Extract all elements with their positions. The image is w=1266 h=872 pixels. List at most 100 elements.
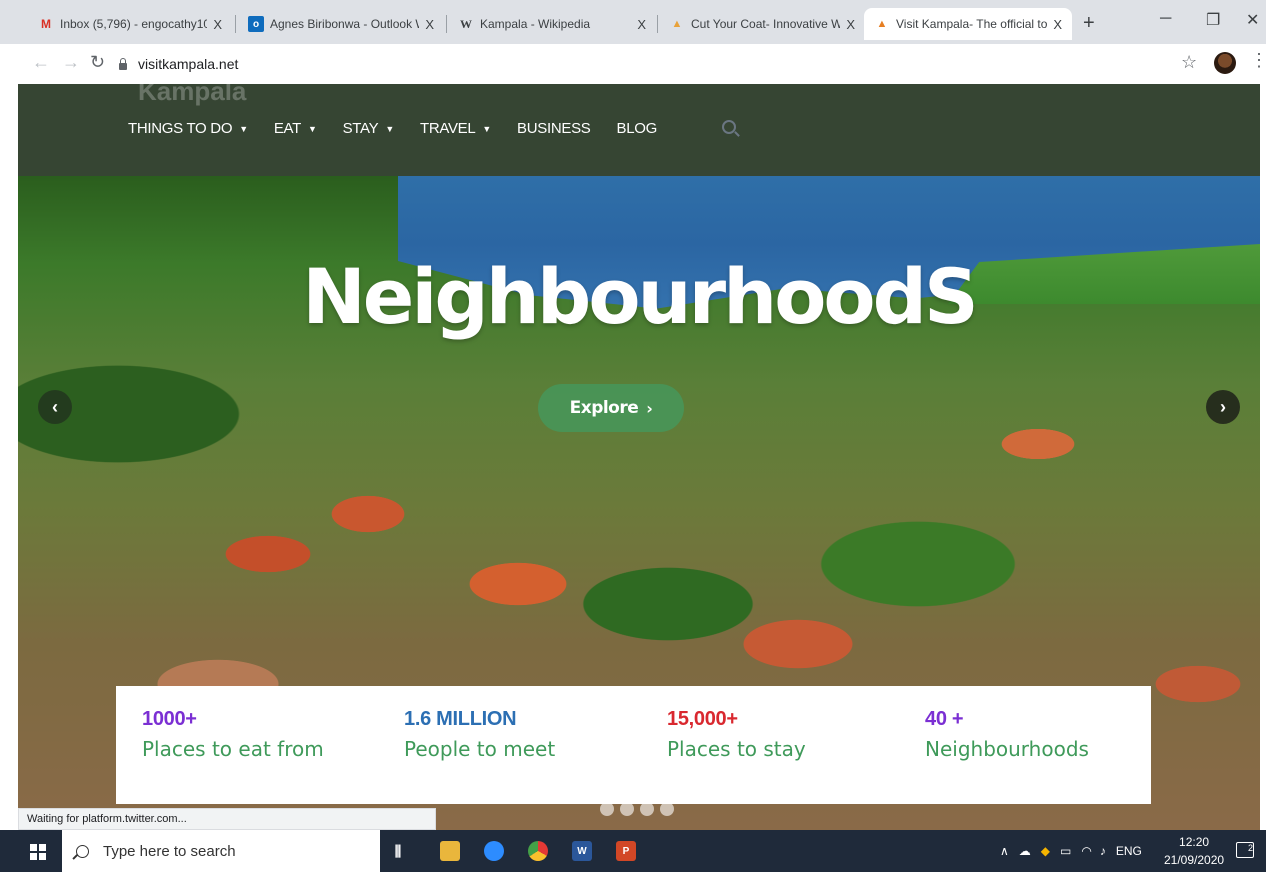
zoom-icon[interactable] [484, 841, 504, 861]
close-icon[interactable]: X [846, 17, 855, 32]
stat-number: 1000+ [142, 708, 197, 730]
cutyourcoat-icon: ▲ [671, 18, 683, 30]
browser-status-bar: Waiting for platform.twitter.com... [18, 808, 436, 830]
outlook-icon: o [248, 16, 264, 32]
clock-date: 21/09/2020 [1164, 853, 1225, 867]
stat-neighbourhoods: 40 + Neighbourhoods [925, 708, 1089, 761]
lock-icon [118, 58, 128, 70]
windows-start-icon[interactable] [30, 844, 46, 860]
file-explorer-icon[interactable] [440, 841, 460, 861]
nav-things-to-do[interactable]: THINGS TO DO ▼ [128, 120, 248, 137]
stat-stay: 15,000+ Places to stay [667, 708, 806, 761]
stat-number: 40 + [925, 708, 964, 730]
stat-label: People to meet [404, 737, 556, 761]
carousel-next-button[interactable]: › [1206, 390, 1240, 424]
stat-number: 1.6 MILLION [404, 708, 517, 730]
main-nav: THINGS TO DO ▼ EAT ▼ STAY ▼ TRAVEL ▼ BUSINES… [128, 120, 683, 137]
carousel-dot[interactable] [620, 802, 634, 816]
caret-down-icon: ▼ [385, 123, 394, 134]
new-tab-button[interactable]: + [1083, 12, 1095, 35]
tab-strip: M Inbox (5,796) - engocathy10@ X o Agnes… [0, 0, 1266, 44]
chevron-right-icon: › [1220, 396, 1226, 417]
system-tray: ∧ ☁ ◆ ▭ ◠ ♪ ENG [1000, 830, 1142, 872]
windows-taskbar: Type here to search ⫼ W P ∧ ☁ ◆ ▭ ◠ ♪ EN… [0, 830, 1266, 872]
battery-icon[interactable]: ▭ [1060, 844, 1071, 858]
bookmark-star-icon[interactable]: ☆ [1181, 52, 1197, 73]
site-logo[interactable]: Kampala [138, 84, 246, 107]
close-icon[interactable]: X [425, 17, 434, 32]
stat-label: Places to stay [667, 737, 806, 761]
chrome-icon[interactable] [528, 841, 548, 861]
wikipedia-icon: W [460, 16, 472, 31]
wifi-icon[interactable]: ◠ [1081, 844, 1091, 858]
reload-icon[interactable]: ↻ [90, 52, 105, 73]
stat-number: 15,000+ [667, 708, 738, 730]
taskbar-clock[interactable]: 12:20 21/09/2020 [1164, 833, 1224, 869]
chevron-left-icon: ‹ [52, 396, 58, 417]
profile-avatar[interactable] [1214, 52, 1236, 74]
notification-count: 2 [1247, 843, 1253, 853]
nav-eat[interactable]: EAT ▼ [274, 120, 317, 137]
hero-headline: NeighbourhoodS [302, 252, 979, 341]
nav-business[interactable]: BUSINESS [517, 120, 591, 137]
nav-blog[interactable]: BLOG [617, 120, 658, 137]
notification-center-icon[interactable]: 2 [1236, 842, 1254, 858]
explore-button[interactable]: Explore › [538, 384, 684, 432]
window-close-icon[interactable]: ✕ [1246, 10, 1259, 30]
carousel-dot[interactable] [600, 802, 614, 816]
volume-icon[interactable]: ♪ [1100, 844, 1106, 858]
onedrive-icon[interactable]: ☁ [1019, 844, 1031, 858]
stats-panel: 1000+ Places to eat from 1.6 MILLION Peo… [116, 686, 1151, 804]
address-bar[interactable]: visitkampala.net [118, 50, 1198, 78]
task-view-icon[interactable]: ⫼ [388, 841, 408, 861]
stat-eat: 1000+ Places to eat from [142, 708, 324, 761]
site-header: Kampala THINGS TO DO ▼ EAT ▼ STAY ▼ TRAVEL ▼… [18, 84, 1260, 176]
forward-icon[interactable]: → [62, 52, 80, 73]
carousel-dot[interactable] [640, 802, 654, 816]
caret-down-icon: ▼ [307, 123, 317, 134]
stat-label: Neighbourhoods [925, 737, 1089, 761]
carousel-dot[interactable] [660, 802, 674, 816]
carousel-prev-button[interactable]: ‹ [38, 390, 72, 424]
minimize-icon[interactable]: ─ [1160, 10, 1171, 28]
taskbar-search-box[interactable]: Type here to search [62, 830, 380, 872]
search-placeholder: Type here to search [103, 842, 236, 860]
tab-label: Cut Your Coat- Innovative Way [691, 17, 841, 31]
tab-label: Inbox (5,796) - engocathy10@ [60, 17, 208, 31]
tab-gmail[interactable]: M Inbox (5,796) - engocathy10@ X [28, 8, 232, 40]
nav-travel[interactable]: TRAVEL ▼ [420, 120, 491, 137]
browser-menu-icon[interactable]: ⋮ [1250, 50, 1266, 71]
security-icon[interactable]: ◆ [1041, 844, 1050, 858]
back-icon[interactable]: ← [32, 52, 50, 73]
word-icon[interactable]: W [572, 841, 592, 861]
tab-outlook[interactable]: o Agnes Biribonwa - Outlook We X [238, 8, 444, 40]
close-icon[interactable]: X [213, 17, 222, 32]
gmail-icon: M [41, 17, 51, 31]
carousel-dots [600, 802, 674, 816]
clock-time: 12:20 [1179, 835, 1210, 849]
caret-down-icon: ▼ [482, 123, 492, 134]
close-icon[interactable]: X [637, 17, 646, 32]
chevron-up-icon[interactable]: ∧ [1000, 844, 1009, 858]
tab-label: Kampala - Wikipedia [480, 17, 591, 31]
url-text: visitkampala.net [138, 56, 239, 72]
visitkampala-icon: ▲ [876, 18, 888, 30]
stat-label: Places to eat from [142, 737, 324, 761]
tab-label: Agnes Biribonwa - Outlook We [270, 17, 420, 31]
search-icon [76, 844, 89, 858]
chevron-right-icon: › [646, 398, 653, 418]
search-icon[interactable] [722, 120, 736, 134]
stat-people: 1.6 MILLION People to meet [404, 708, 555, 761]
tab-visitkampala[interactable]: ▲ Visit Kampala- The official tour X [864, 8, 1072, 40]
tab-cutyourcoat[interactable]: ▲ Cut Your Coat- Innovative Way X [659, 8, 865, 40]
powerpoint-icon[interactable]: P [616, 841, 636, 861]
nav-stay[interactable]: STAY ▼ [343, 120, 395, 137]
browser-toolbar: ← → ↻ visitkampala.net [0, 44, 1266, 84]
tab-label: Visit Kampala- The official tour [896, 17, 1048, 31]
restore-icon[interactable]: ❐ [1206, 10, 1220, 30]
caret-down-icon: ▼ [239, 123, 248, 134]
page-viewport: Kampala THINGS TO DO ▼ EAT ▼ STAY ▼ TRAVEL ▼… [18, 84, 1260, 830]
language-indicator[interactable]: ENG [1116, 844, 1142, 858]
tab-wikipedia[interactable]: W Kampala - Wikipedia X [448, 8, 656, 40]
close-icon[interactable]: X [1053, 17, 1062, 32]
